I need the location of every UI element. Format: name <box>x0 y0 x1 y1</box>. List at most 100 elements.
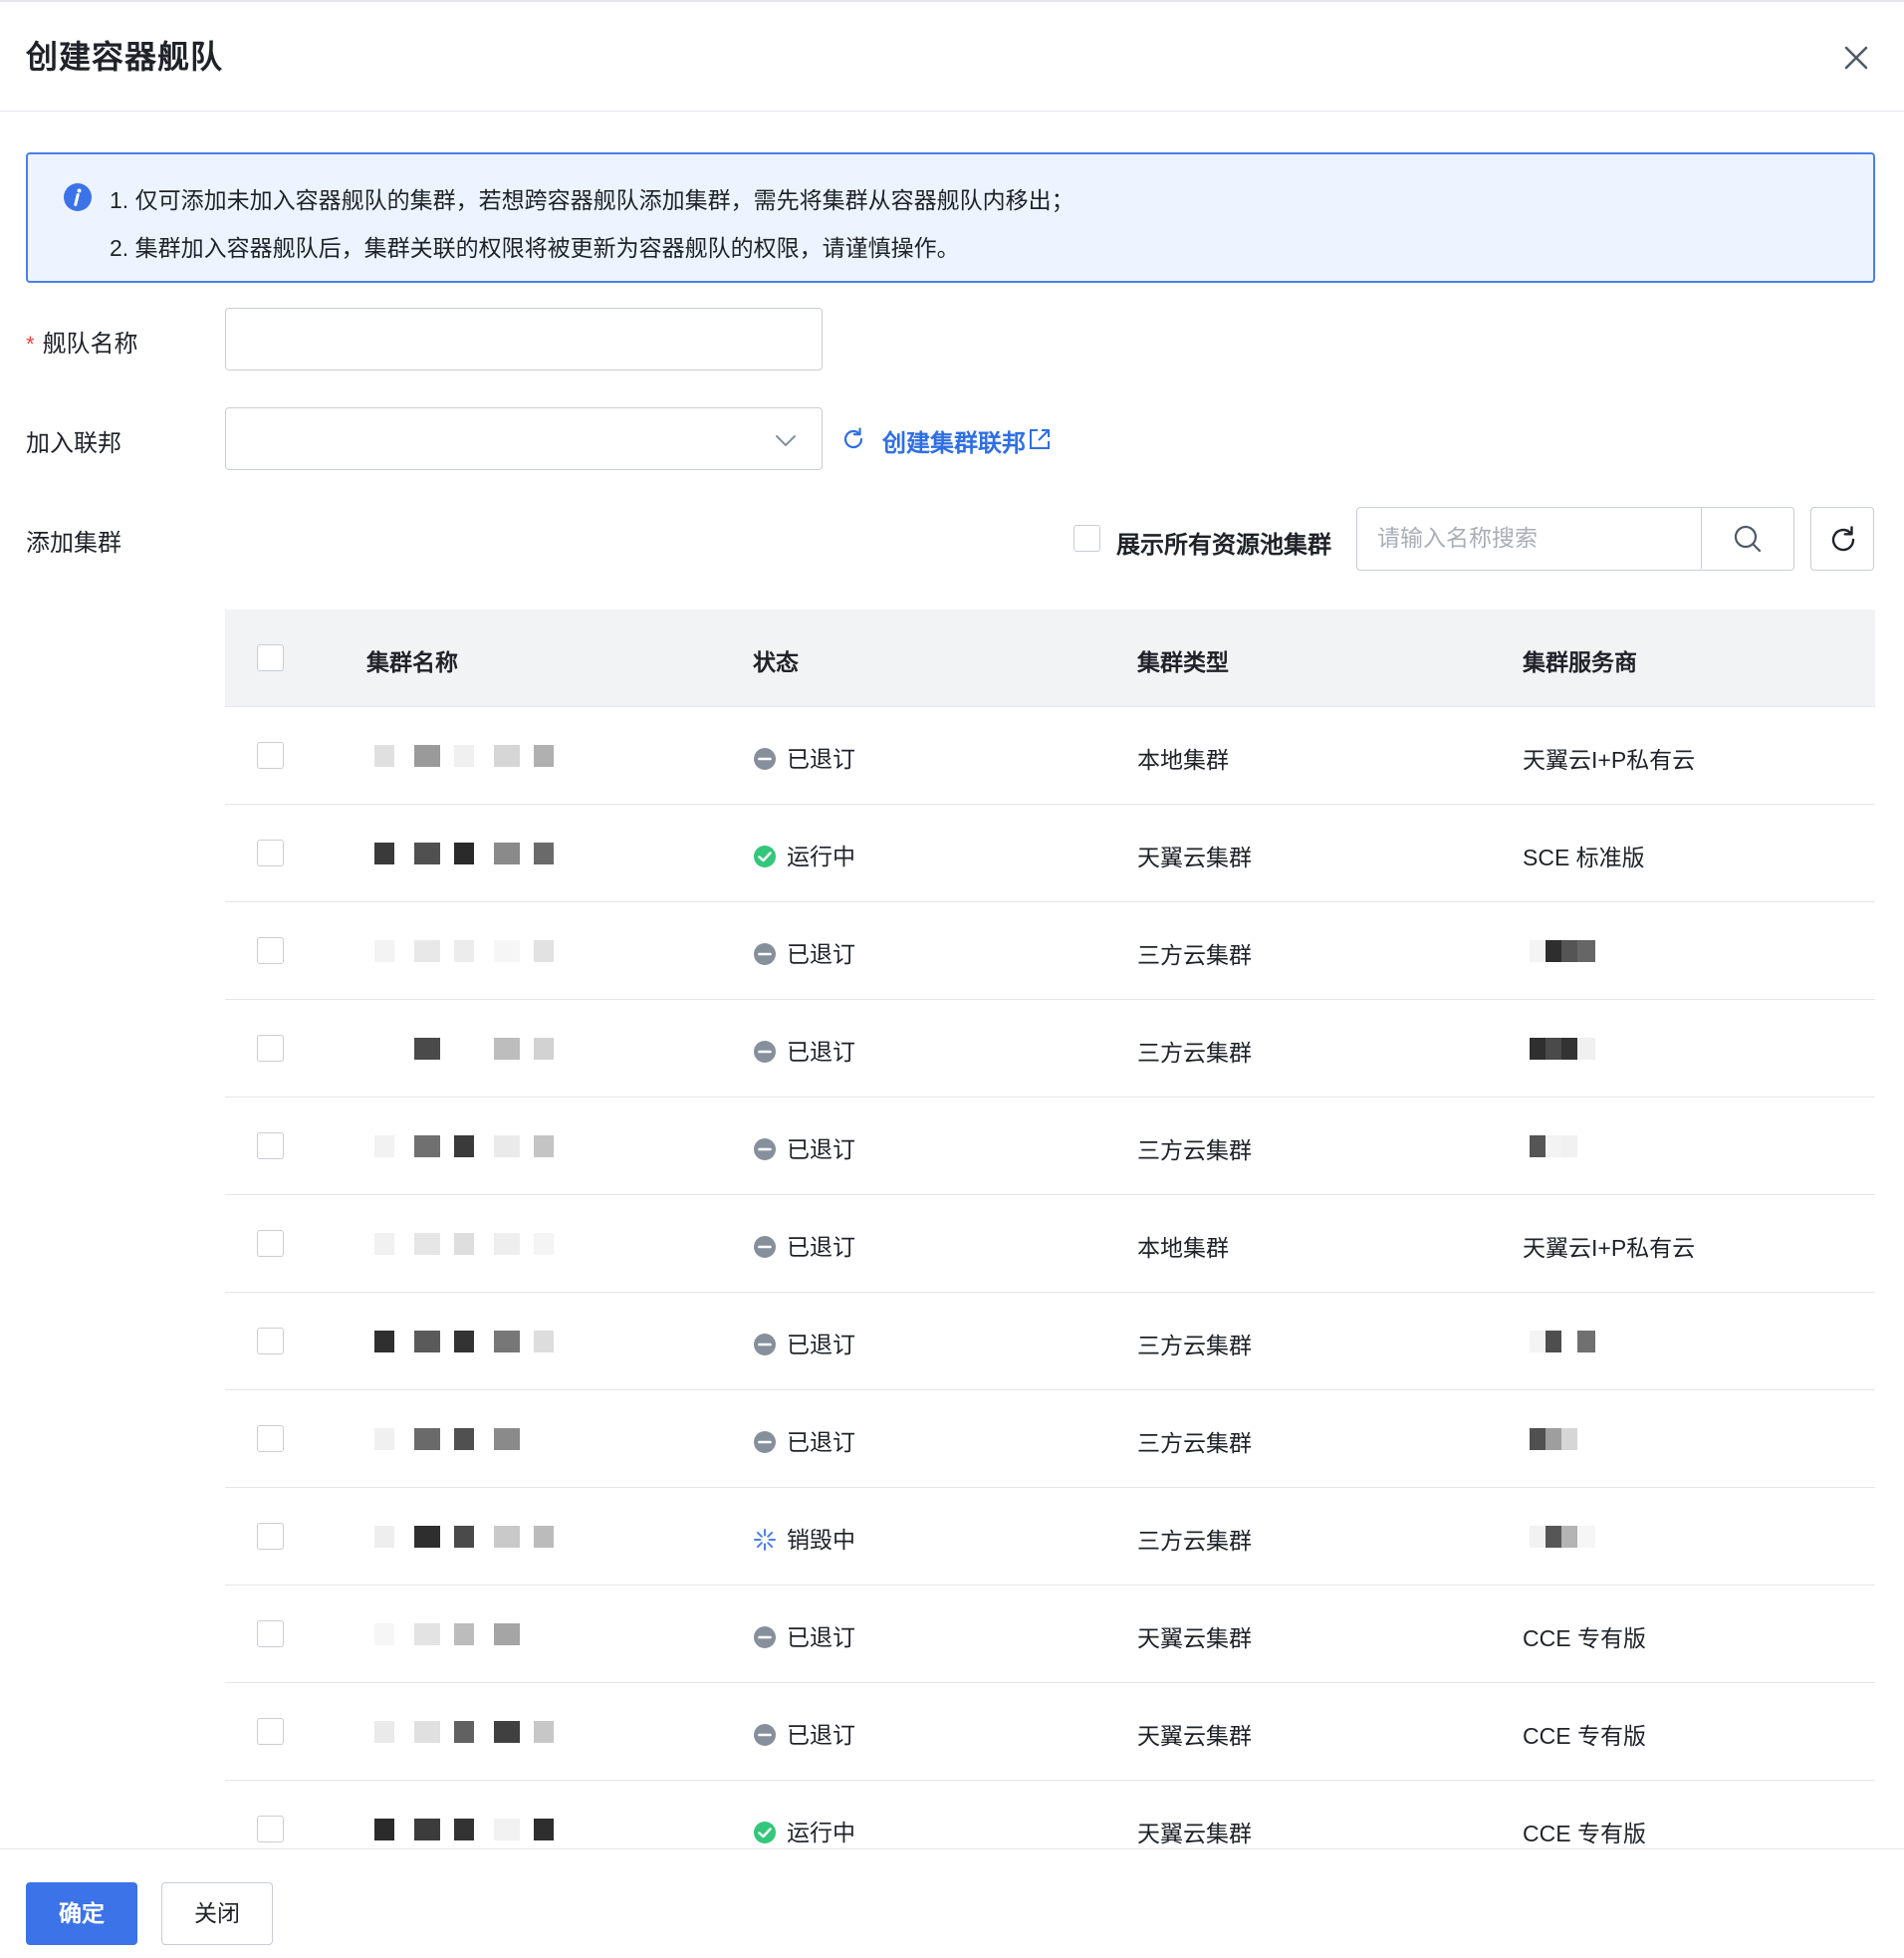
redaction-block <box>494 1721 520 1743</box>
status-cell: 已退订 <box>753 1618 855 1652</box>
status-cell: 运行中 <box>753 838 855 871</box>
column-header-status: 状态 <box>753 649 799 675</box>
stopped-status-icon <box>754 1431 776 1453</box>
required-mark: * <box>26 332 35 357</box>
redaction-block <box>414 1428 440 1450</box>
search-input[interactable] <box>1377 508 1696 568</box>
row-checkbox[interactable] <box>257 1132 284 1159</box>
close-icon[interactable] <box>1838 40 1874 76</box>
table-row[interactable]: 已退订 三方云集群 <box>225 902 1875 1000</box>
row-checkbox[interactable] <box>257 1328 284 1354</box>
table-row[interactable]: 已退订 三方云集群 <box>225 1098 1875 1195</box>
confirm-button[interactable]: 确定 <box>26 1882 137 1945</box>
redaction-block <box>454 1819 474 1840</box>
row-checkbox[interactable] <box>257 1816 284 1842</box>
table-row[interactable]: 已退订 三方云集群 <box>225 1000 1875 1098</box>
table-row[interactable]: 销毁中 三方云集群 <box>225 1488 1875 1586</box>
search-button[interactable] <box>1701 508 1793 569</box>
status-text: 已退订 <box>787 1039 855 1065</box>
status-cell: 已退订 <box>753 1716 855 1750</box>
table-row[interactable]: 已退订 本地集群 天翼云I+P私有云 <box>225 1195 1875 1293</box>
table-row[interactable]: 已退订 本地集群 天翼云I+P私有云 <box>225 707 1875 805</box>
redaction-block <box>494 1331 520 1352</box>
table-row[interactable]: 已退订 三方云集群 <box>225 1293 1875 1390</box>
status-cell: 已退订 <box>753 1228 855 1262</box>
show-all-pools-label: 展示所有资源池集群 <box>1116 532 1331 559</box>
fleet-name-input[interactable] <box>225 308 823 370</box>
provider-redacted <box>1530 1329 1599 1354</box>
redaction-block <box>1577 1135 1595 1157</box>
redaction-block <box>414 1233 440 1255</box>
row-checkbox[interactable] <box>257 742 284 769</box>
row-checkbox[interactable] <box>257 1620 284 1647</box>
stopped-status-icon <box>754 1041 776 1063</box>
status-cell: 销毁中 <box>753 1521 855 1555</box>
redaction-block <box>374 1819 394 1840</box>
row-checkbox[interactable] <box>257 840 284 866</box>
redaction-block <box>374 1038 394 1060</box>
redaction-block <box>454 1233 474 1255</box>
redaction-block <box>414 1038 440 1060</box>
redaction-block <box>414 940 440 962</box>
show-all-pools-checkbox[interactable] <box>1073 525 1100 552</box>
row-checkbox[interactable] <box>257 1523 284 1550</box>
cluster-type-cell: 天翼云集群 <box>1137 845 1252 870</box>
select-all-checkbox[interactable] <box>257 644 284 671</box>
refresh-button[interactable] <box>1810 507 1874 571</box>
cluster-name-redacted <box>374 841 594 866</box>
row-checkbox[interactable] <box>257 1718 284 1745</box>
table-header: 集群名称 状态 集群类型 集群服务商 <box>225 610 1875 707</box>
redaction-block <box>414 1819 440 1840</box>
row-checkbox[interactable] <box>257 1230 284 1257</box>
cluster-type-cell: 三方云集群 <box>1137 1137 1252 1163</box>
cluster-name-redacted <box>374 1719 594 1745</box>
redaction-block <box>374 1135 394 1157</box>
federation-select[interactable] <box>225 407 823 470</box>
redaction-block <box>374 1721 394 1743</box>
row-checkbox[interactable] <box>257 1035 284 1062</box>
create-federation-link[interactable]: 创建集群联邦 <box>882 423 1026 458</box>
redaction-block <box>494 1135 520 1157</box>
table-row[interactable]: 已退订 三方云集群 <box>225 1390 1875 1488</box>
provider-cell: CCE 专有版 <box>1523 1723 1646 1749</box>
cluster-type-cell: 天翼云集群 <box>1137 1821 1252 1846</box>
redaction-block <box>494 1233 520 1255</box>
provider-cell: 天翼云I+P私有云 <box>1523 1235 1696 1261</box>
table-row[interactable]: 已退订 天翼云集群 CCE 专有版 <box>225 1586 1875 1683</box>
redaction-block <box>494 1428 520 1450</box>
cluster-name-redacted <box>374 1621 594 1647</box>
redaction-block <box>534 1819 554 1840</box>
status-cell: 已退订 <box>753 1423 855 1457</box>
fleet-name-label: * 舰队名称 <box>26 324 138 359</box>
redaction-block <box>454 1526 474 1548</box>
cluster-type-cell: 三方云集群 <box>1137 942 1252 968</box>
cluster-name-redacted <box>374 1817 594 1842</box>
redaction-block <box>454 1623 474 1645</box>
cluster-table: 集群名称 状态 集群类型 集群服务商 已退订 本地集群 天翼云I+P私有云 运行中 天翼… <box>225 610 1875 1878</box>
loading-spinner-icon <box>754 1529 776 1551</box>
cluster-type-cell: 三方云集群 <box>1137 1333 1252 1358</box>
status-cell: 已退订 <box>753 1033 855 1067</box>
alert-line-2: 2. 集群加入容器舰队后，集群关联的权限将被更新为容器舰队的权限，请谨慎操作。 <box>110 235 960 261</box>
external-link-icon[interactable] <box>1028 427 1052 451</box>
stopped-status-icon <box>754 1724 776 1746</box>
table-row[interactable]: 运行中 天翼云集群 SCE 标准版 <box>225 805 1875 902</box>
redaction-block <box>534 843 554 864</box>
close-button[interactable]: 关闭 <box>161 1882 273 1945</box>
status-text: 已退订 <box>787 1722 855 1748</box>
table-row[interactable]: 已退订 天翼云集群 CCE 专有版 <box>225 1683 1875 1781</box>
refresh-federation-icon[interactable] <box>840 426 866 452</box>
row-checkbox[interactable] <box>257 937 284 964</box>
redaction-block <box>374 1526 394 1548</box>
provider-cell: SCE 标准版 <box>1523 845 1645 870</box>
redaction-block <box>1577 1428 1595 1450</box>
redaction-block <box>494 940 520 962</box>
redaction-block <box>414 1623 440 1645</box>
cluster-type-cell: 本地集群 <box>1137 747 1229 773</box>
redaction-block <box>374 745 394 767</box>
row-checkbox[interactable] <box>257 1425 284 1452</box>
redaction-block <box>534 1526 554 1548</box>
cluster-name-redacted <box>374 1524 594 1550</box>
status-cell: 已退订 <box>753 935 855 969</box>
redaction-block <box>414 745 440 767</box>
